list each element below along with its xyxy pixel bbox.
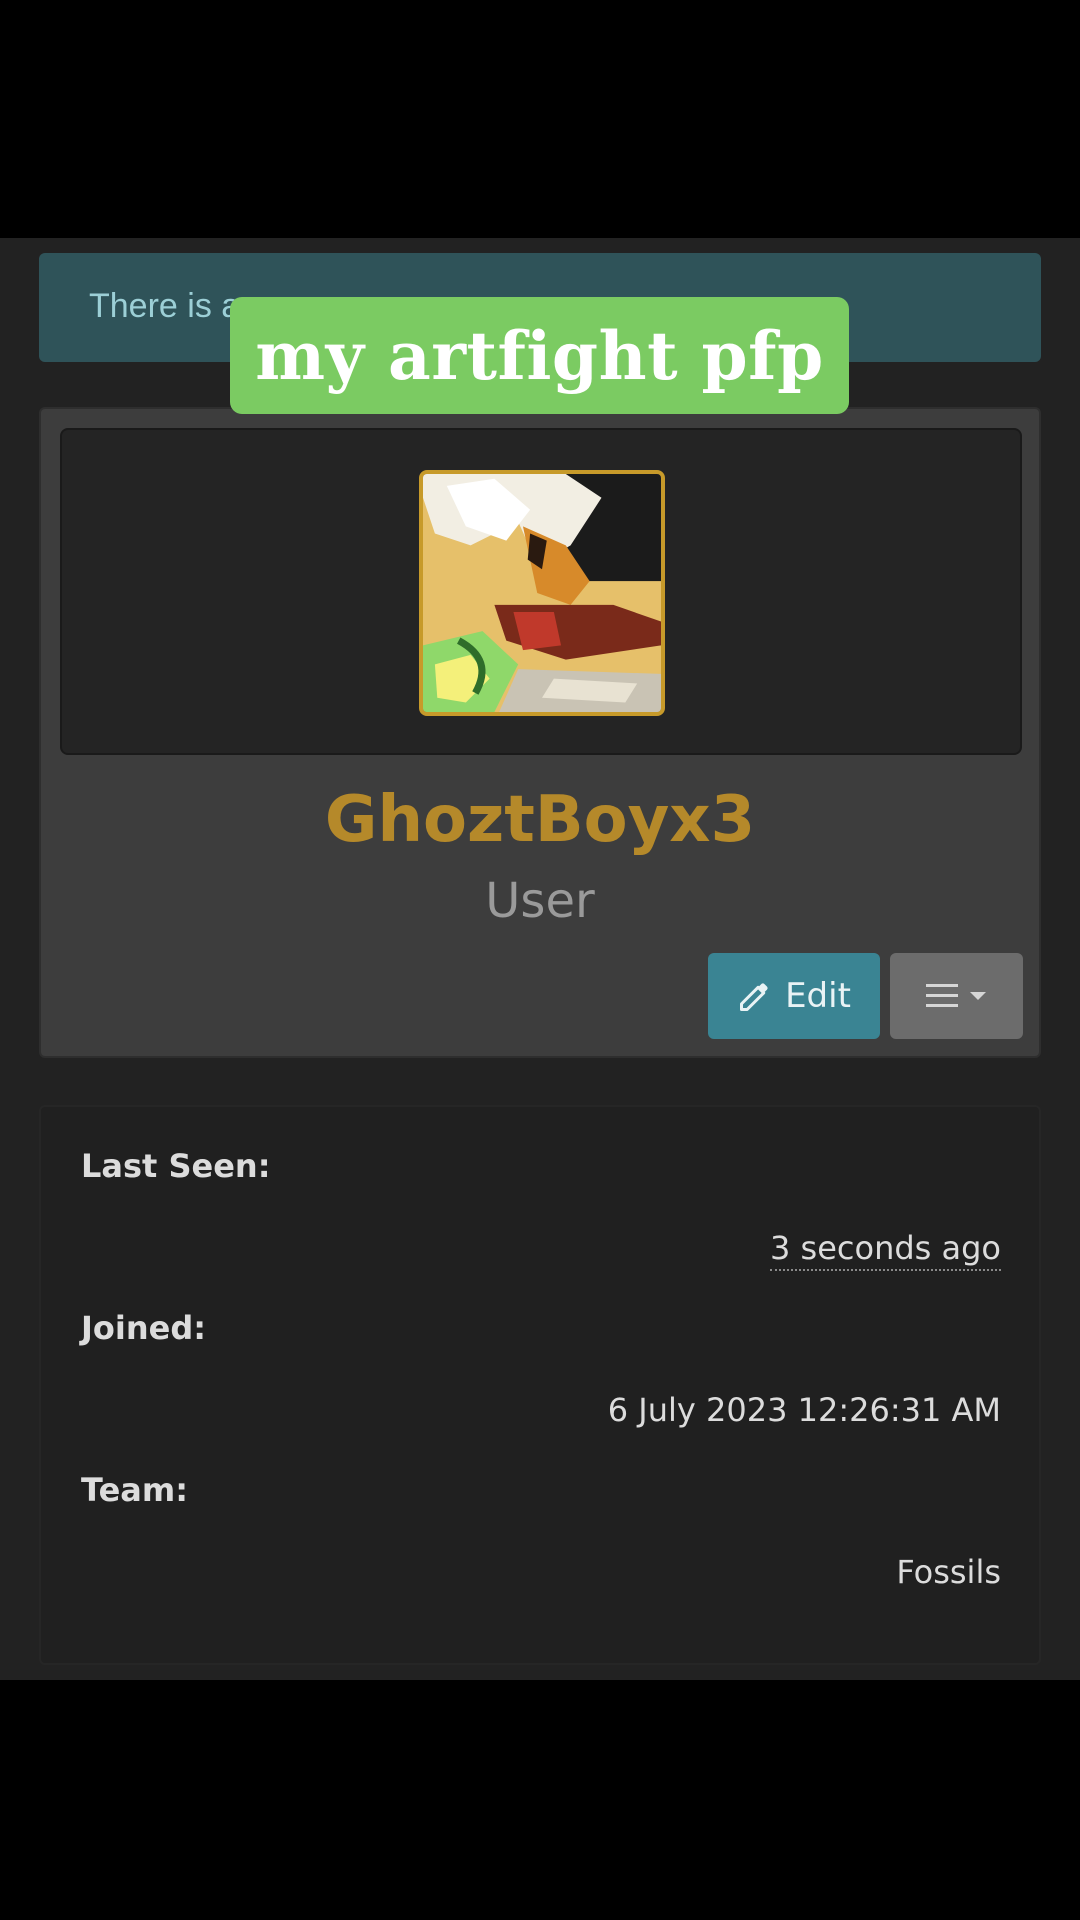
- joined-value: 6 July 2023 12:26:31 AM: [607, 1391, 1001, 1429]
- hamburger-icon: [925, 984, 986, 1007]
- overlay-caption-text: my artfight pfp: [255, 316, 824, 395]
- user-role: User: [485, 873, 595, 929]
- avatar-panel: [60, 428, 1022, 755]
- avatar-image: [423, 474, 661, 712]
- profile-menu-button[interactable]: [890, 953, 1023, 1039]
- edit-button[interactable]: Edit: [708, 953, 880, 1039]
- edit-button-label: Edit: [785, 976, 851, 1016]
- team-value: Fossils: [896, 1553, 1001, 1591]
- alert-text: There is a: [89, 287, 241, 325]
- last-seen-value[interactable]: 3 seconds ago: [770, 1229, 1001, 1271]
- username: GhoztBoyx3: [324, 783, 756, 857]
- team-label: Team:: [81, 1471, 189, 1509]
- pencil-icon: [740, 983, 768, 1011]
- profile-screen: There is a GhoztBoyx3 User Edit Last See…: [0, 238, 1080, 1680]
- profile-card: GhoztBoyx3 User Edit: [39, 407, 1041, 1058]
- overlay-caption: my artfight pfp: [230, 297, 849, 414]
- joined-label: Joined:: [81, 1309, 207, 1347]
- caret-down-icon: [969, 992, 986, 1000]
- user-info-card: Last Seen: 3 seconds ago Joined: 6 July …: [39, 1105, 1041, 1665]
- last-seen-label: Last Seen:: [81, 1147, 271, 1185]
- avatar[interactable]: [419, 470, 665, 716]
